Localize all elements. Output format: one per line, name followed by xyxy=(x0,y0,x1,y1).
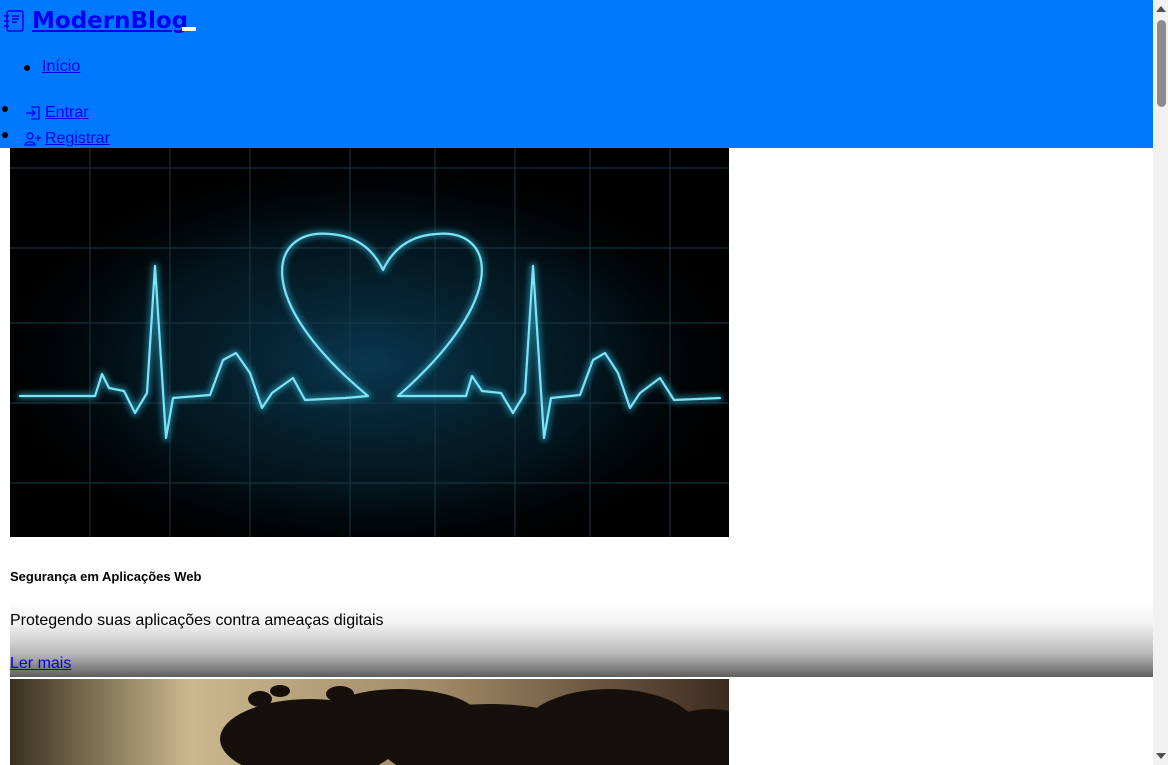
person-plus-icon xyxy=(24,131,42,147)
nav-link-inicio[interactable]: Início xyxy=(42,58,80,75)
scroll-up-icon[interactable] xyxy=(1156,6,1166,12)
read-more-link[interactable]: Ler mais xyxy=(10,655,71,673)
brand-link[interactable]: ModernBlog xyxy=(2,6,188,36)
navbar: ModernBlog Início Entrar Registrar xyxy=(0,0,1153,148)
post-excerpt: Protegendo suas aplicações contra ameaça… xyxy=(10,612,384,629)
auth-nav: Entrar Registrar xyxy=(2,100,110,152)
navbar-toggler-button[interactable] xyxy=(182,27,196,31)
page-scrollbar[interactable] xyxy=(1153,0,1168,765)
login-link[interactable]: Entrar xyxy=(45,104,89,122)
post-title: Segurança em Aplicações Web xyxy=(10,569,202,584)
post-image-tree xyxy=(10,679,729,765)
register-link[interactable]: Registrar xyxy=(45,130,110,148)
box-arrow-in-icon xyxy=(24,105,42,121)
scroll-down-icon[interactable] xyxy=(1156,753,1166,759)
scroll-thumb[interactable] xyxy=(1157,20,1166,107)
nav-item-entrar: Entrar xyxy=(2,100,110,126)
brand-label: ModernBlog xyxy=(32,8,189,34)
nav-item-inicio: Início xyxy=(23,58,80,76)
main-nav: Início xyxy=(23,58,80,76)
post-image-heartbeat xyxy=(10,148,729,537)
journal-text-icon xyxy=(2,9,26,33)
